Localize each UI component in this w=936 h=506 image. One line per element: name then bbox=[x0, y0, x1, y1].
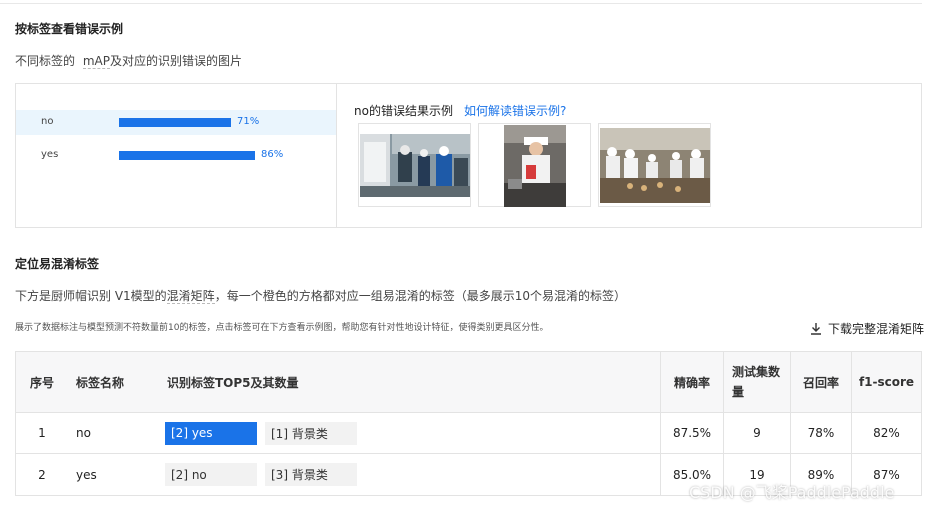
header-recall: 召回率 bbox=[790, 352, 851, 412]
map-value: 71% bbox=[237, 116, 260, 127]
header-label-name: 标签名称 bbox=[76, 375, 125, 390]
desc-part-a: 下方是厨师帽识别 V1模型的 bbox=[15, 289, 167, 303]
top-divider bbox=[0, 0, 922, 4]
header-top5: 识别标签TOP5及其数量 bbox=[167, 375, 299, 390]
map-bar bbox=[119, 118, 231, 127]
row-recall: 78% bbox=[790, 413, 851, 453]
desc-suffix: 及对应的识别错误的图片 bbox=[109, 54, 242, 68]
section-title-confusion: 定位易混淆标签 bbox=[15, 257, 100, 271]
example-image-2[interactable] bbox=[478, 123, 591, 207]
examples-title: no的错误结果示例 bbox=[354, 104, 453, 118]
label-row-no[interactable]: no 71% bbox=[16, 110, 336, 135]
download-confusion-matrix-button[interactable]: 下载完整混淆矩阵 bbox=[810, 320, 924, 337]
example-image-3[interactable] bbox=[598, 123, 711, 207]
map-bar-fill bbox=[119, 151, 255, 160]
confusion-note: 展示了数据标注与模型预测不符数量前10的标签，点击标签可在下方查看示例图，帮助您… bbox=[15, 323, 549, 333]
table-row: 1 no [2] yes [1] 背景类 87.5% 9 78% 82% bbox=[16, 413, 921, 454]
header-precision: 精确率 bbox=[660, 352, 723, 412]
header-testset-count: 测试集数量 bbox=[723, 352, 790, 412]
confusion-tag[interactable]: [2] no bbox=[165, 463, 257, 486]
error-example-panel: no 71% yes 86% no的错误结果示例 如何解读错误示例? bbox=[15, 83, 922, 228]
desc-part-b: ，每一个橙色的方格都对应一组易混淆的标签（最多展示10个易混淆的标签） bbox=[214, 289, 626, 303]
label-map-list: no 71% yes 86% bbox=[16, 84, 337, 227]
row-index: 2 bbox=[38, 467, 46, 482]
row-top5-tags: [2] no [3] 背景类 bbox=[162, 454, 660, 495]
how-to-read-link[interactable]: 如何解读错误示例? bbox=[464, 102, 566, 119]
download-label: 下载完整混淆矩阵 bbox=[828, 322, 925, 336]
section-description: 不同标签的 mAP及对应的识别错误的图片 bbox=[15, 52, 242, 69]
row-testset-count: 9 bbox=[723, 413, 790, 453]
map-value: 86% bbox=[261, 149, 284, 160]
table-header-row: 序号 标签名称 识别标签TOP5及其数量 精确率 测试集数量 召回率 f1-sc… bbox=[16, 352, 921, 413]
label-name: no bbox=[41, 116, 54, 127]
label-name: yes bbox=[41, 149, 59, 160]
map-bar bbox=[119, 151, 255, 160]
row-label-name: yes bbox=[76, 467, 97, 482]
label-row-yes[interactable]: yes 86% bbox=[16, 143, 336, 168]
row-top5-tags: [2] yes [1] 背景类 bbox=[162, 413, 660, 453]
row-label-name: no bbox=[76, 426, 91, 440]
desc-prefix: 不同标签的 bbox=[15, 54, 76, 68]
header-testset-text: 测试集数量 bbox=[732, 365, 781, 399]
section-title-error-examples: 按标签查看错误示例 bbox=[15, 22, 124, 36]
confusion-description: 下方是厨师帽识别 V1模型的混淆矩阵，每一个橙色的方格都对应一组易混淆的标签（最… bbox=[15, 287, 626, 304]
map-term[interactable]: mAP bbox=[82, 54, 110, 69]
confusion-tag[interactable]: [1] 背景类 bbox=[265, 421, 357, 445]
example-images-area: no的错误结果示例 如何解读错误示例? bbox=[338, 84, 921, 227]
kitchen-photo-1 bbox=[360, 134, 470, 197]
row-index: 1 bbox=[38, 426, 46, 440]
map-bar-fill bbox=[119, 118, 231, 127]
kitchen-photo-2 bbox=[504, 125, 566, 207]
header-index: 序号 bbox=[29, 375, 54, 390]
header-f1: f1-score bbox=[851, 352, 921, 412]
row-f1: 82% bbox=[851, 413, 921, 453]
confusion-matrix-term[interactable]: 混淆矩阵 bbox=[166, 289, 215, 304]
confusion-tag-selected[interactable]: [2] yes bbox=[165, 421, 257, 445]
row-precision: 87.5% bbox=[660, 413, 723, 453]
example-image-1[interactable] bbox=[358, 123, 471, 207]
watermark: CSDN @飞桨PaddlePaddle bbox=[689, 483, 895, 502]
download-icon bbox=[811, 323, 821, 335]
kitchen-photo-3 bbox=[600, 128, 710, 203]
confusion-tag[interactable]: [3] 背景类 bbox=[265, 463, 357, 486]
confusion-table: 序号 标签名称 识别标签TOP5及其数量 精确率 测试集数量 召回率 f1-sc… bbox=[15, 351, 922, 496]
